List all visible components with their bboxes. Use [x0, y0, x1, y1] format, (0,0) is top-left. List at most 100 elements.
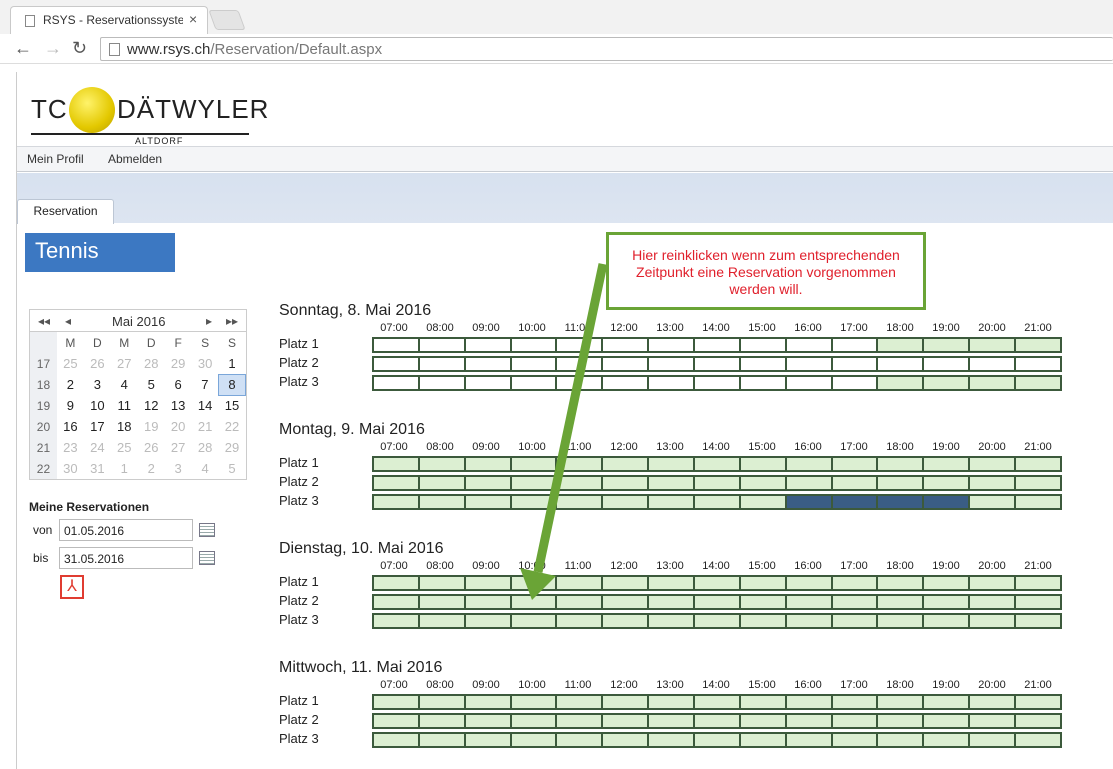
time-slot[interactable] — [1016, 377, 1060, 389]
time-slot[interactable] — [511, 458, 558, 470]
calendar-day[interactable]: 13 — [165, 395, 192, 416]
time-slot[interactable] — [557, 339, 604, 351]
calendar-day[interactable]: 25 — [111, 437, 138, 458]
time-slot[interactable] — [878, 339, 925, 351]
time-slot[interactable] — [419, 696, 466, 708]
calendar-day[interactable]: 5 — [138, 374, 165, 395]
prev-month-button[interactable]: ◂ — [65, 314, 71, 328]
time-slot[interactable] — [740, 339, 787, 351]
time-slot[interactable] — [557, 615, 604, 627]
calendar-day[interactable]: 30 — [192, 353, 219, 374]
time-slot[interactable] — [1016, 696, 1060, 708]
time-slot[interactable] — [740, 496, 787, 508]
time-slot[interactable] — [878, 477, 925, 489]
calendar-picker-icon[interactable] — [199, 523, 215, 537]
calendar-day[interactable]: 25 — [57, 353, 84, 374]
time-slot[interactable] — [465, 577, 512, 589]
close-tab-icon[interactable]: × — [189, 11, 197, 27]
time-slot[interactable] — [603, 339, 650, 351]
time-slot[interactable] — [695, 577, 741, 589]
time-slot[interactable] — [695, 615, 741, 627]
back-icon[interactable]: ← — [14, 38, 32, 59]
time-slot[interactable] — [419, 358, 466, 370]
time-slot[interactable] — [1016, 715, 1060, 727]
calendar-day[interactable]: 2 — [138, 458, 165, 479]
time-slot[interactable] — [465, 734, 512, 746]
time-slot[interactable] — [649, 615, 696, 627]
time-slot[interactable] — [924, 477, 971, 489]
time-slot[interactable] — [1016, 596, 1060, 608]
time-slot[interactable] — [740, 577, 787, 589]
time-slot[interactable] — [603, 477, 650, 489]
time-slot[interactable] — [557, 358, 604, 370]
time-slot[interactable] — [557, 734, 604, 746]
time-slot[interactable] — [603, 458, 650, 470]
time-slot[interactable] — [374, 358, 420, 370]
calendar-day[interactable]: 15 — [219, 395, 246, 416]
time-slot[interactable] — [878, 615, 925, 627]
time-slot[interactable] — [374, 596, 420, 608]
club-logo[interactable]: TC DÄTWYLER ALTDORF — [31, 86, 271, 146]
time-slot[interactable] — [1016, 734, 1060, 746]
time-slot[interactable] — [557, 715, 604, 727]
time-slot[interactable] — [878, 458, 925, 470]
reload-icon[interactable]: ↻ — [72, 38, 87, 59]
booked-slot[interactable] — [786, 496, 833, 508]
time-slot[interactable] — [740, 596, 787, 608]
time-slot[interactable] — [557, 696, 604, 708]
time-slot[interactable] — [603, 358, 650, 370]
time-slot[interactable] — [419, 477, 466, 489]
time-slot[interactable] — [511, 696, 558, 708]
time-slot[interactable] — [511, 596, 558, 608]
time-slot[interactable] — [374, 377, 420, 389]
time-slot[interactable] — [603, 496, 650, 508]
calendar-day[interactable]: 29 — [219, 437, 246, 458]
calendar-day[interactable]: 2 — [57, 374, 84, 395]
next-year-button[interactable]: ▸▸ — [226, 314, 238, 328]
time-slot[interactable] — [603, 615, 650, 627]
time-slot[interactable] — [695, 477, 741, 489]
calendar-day[interactable]: 26 — [138, 437, 165, 458]
time-slot[interactable] — [695, 358, 741, 370]
time-slot[interactable] — [878, 715, 925, 727]
time-slot[interactable] — [557, 577, 604, 589]
time-slot[interactable] — [786, 615, 833, 627]
time-slot[interactable] — [740, 615, 787, 627]
calendar-day[interactable]: 1 — [111, 458, 138, 479]
time-slot[interactable] — [511, 615, 558, 627]
time-slot[interactable] — [740, 477, 787, 489]
time-slot[interactable] — [419, 377, 466, 389]
time-slot[interactable] — [511, 477, 558, 489]
time-slot[interactable] — [511, 377, 558, 389]
time-slot[interactable] — [970, 696, 1017, 708]
calendar-day[interactable]: 30 — [57, 458, 84, 479]
time-slot[interactable] — [465, 715, 512, 727]
forward-icon[interactable]: → — [44, 38, 62, 59]
time-slot[interactable] — [1016, 458, 1060, 470]
calendar-day[interactable]: 10 — [84, 395, 111, 416]
time-slot[interactable] — [557, 458, 604, 470]
time-slot[interactable] — [740, 358, 787, 370]
time-slot[interactable] — [832, 734, 879, 746]
time-slot[interactable] — [603, 377, 650, 389]
time-slot[interactable] — [878, 377, 925, 389]
time-slot[interactable] — [832, 339, 879, 351]
time-slot[interactable] — [924, 696, 971, 708]
time-slot[interactable] — [740, 458, 787, 470]
time-slot[interactable] — [465, 458, 512, 470]
calendar-day[interactable]: 3 — [84, 374, 111, 395]
time-slot[interactable] — [832, 696, 879, 708]
time-slot[interactable] — [786, 358, 833, 370]
time-slot[interactable] — [511, 496, 558, 508]
time-slot[interactable] — [695, 339, 741, 351]
time-slot[interactable] — [924, 377, 971, 389]
calendar-day[interactable]: 17 — [84, 416, 111, 437]
time-slot[interactable] — [924, 358, 971, 370]
time-slot[interactable] — [970, 615, 1017, 627]
time-slot[interactable] — [419, 615, 466, 627]
time-slot[interactable] — [924, 458, 971, 470]
time-slot[interactable] — [832, 477, 879, 489]
time-slot[interactable] — [878, 577, 925, 589]
time-slot[interactable] — [832, 577, 879, 589]
time-slot[interactable] — [786, 577, 833, 589]
